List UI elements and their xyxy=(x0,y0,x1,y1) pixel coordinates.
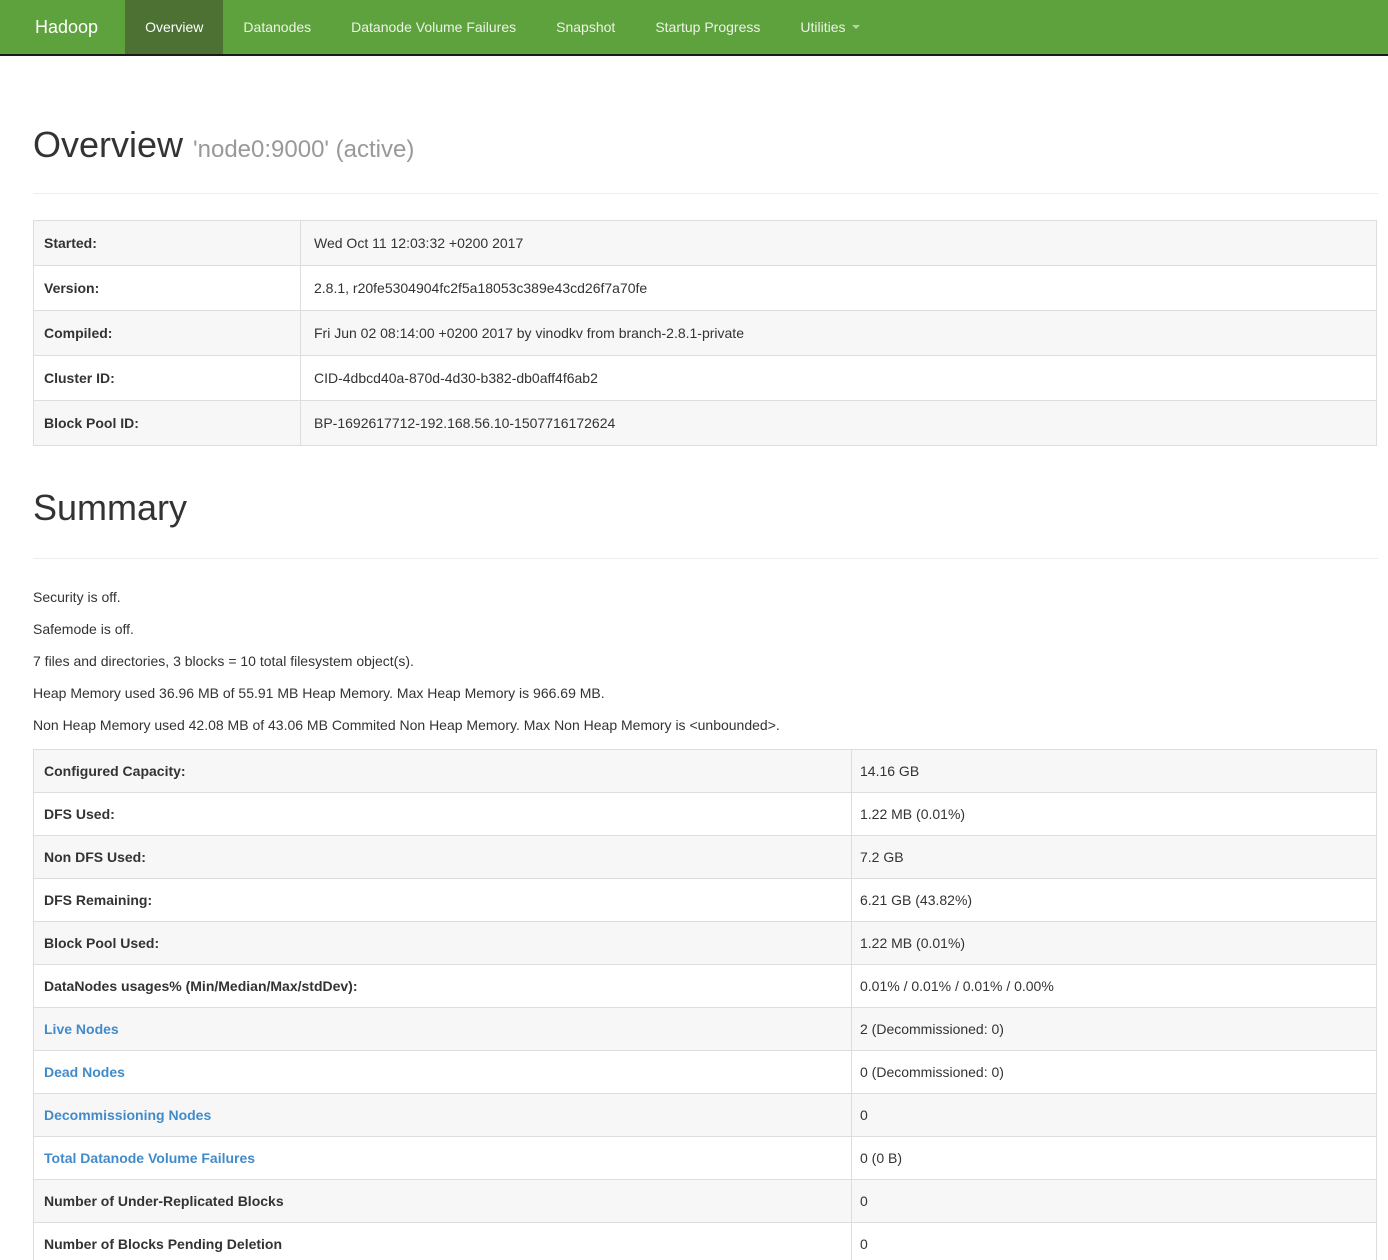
row-value: 7.2 GB xyxy=(852,836,1377,879)
nav-tab-utilities[interactable]: Utilities xyxy=(780,0,879,54)
hadoop-brand[interactable]: Hadoop xyxy=(0,0,125,54)
nav-tab-overview[interactable]: Overview xyxy=(125,0,223,54)
row-label: Non DFS Used: xyxy=(34,836,852,879)
chevron-down-icon xyxy=(852,25,860,29)
nav-tab-overview-label: Overview xyxy=(145,19,203,35)
overview-header: Overview 'node0:9000' (active) xyxy=(33,125,1378,194)
nav-tab-snapshot[interactable]: Snapshot xyxy=(536,0,635,54)
total-datanode-volume-failures-link[interactable]: Total Datanode Volume Failures xyxy=(44,1150,255,1166)
row-label: Block Pool ID: xyxy=(34,401,301,446)
row-value: 0 (0 B) xyxy=(852,1137,1377,1180)
row-value: 0.01% / 0.01% / 0.01% / 0.00% xyxy=(852,965,1377,1008)
nav-tab-utilities-label: Utilities xyxy=(800,19,845,35)
non-heap-memory-status: Non Heap Memory used 42.08 MB of 43.06 M… xyxy=(33,717,1378,733)
heap-memory-status: Heap Memory used 36.96 MB of 55.91 MB He… xyxy=(33,685,1378,701)
live-nodes-link[interactable]: Live Nodes xyxy=(44,1021,119,1037)
row-value: CID-4dbcd40a-870d-4d30-b382-db0aff4f6ab2 xyxy=(301,356,1377,401)
row-label: Cluster ID: xyxy=(34,356,301,401)
row-value: 2 (Decommissioned: 0) xyxy=(852,1008,1377,1051)
table-row: Configured Capacity: 14.16 GB xyxy=(34,750,1377,793)
row-value: 0 xyxy=(852,1223,1377,1260)
table-row: Block Pool ID: BP-1692617712-192.168.56.… xyxy=(34,401,1377,446)
row-value: 14.16 GB xyxy=(852,750,1377,793)
table-row: Dead Nodes 0 (Decommissioned: 0) xyxy=(34,1051,1377,1094)
row-value: Wed Oct 11 12:03:32 +0200 2017 xyxy=(301,221,1377,266)
row-label: Compiled: xyxy=(34,311,301,356)
row-label: Started: xyxy=(34,221,301,266)
row-value: 6.21 GB (43.82%) xyxy=(852,879,1377,922)
row-label: Configured Capacity: xyxy=(34,750,852,793)
overview-title: Overview xyxy=(33,124,183,165)
overview-info-table: Started: Wed Oct 11 12:03:32 +0200 2017 … xyxy=(33,220,1377,446)
table-row: Non DFS Used: 7.2 GB xyxy=(34,836,1377,879)
table-row: Compiled: Fri Jun 02 08:14:00 +0200 2017… xyxy=(34,311,1377,356)
row-value: 2.8.1, r20fe5304904fc2f5a18053c389e43cd2… xyxy=(301,266,1377,311)
row-label: DFS Remaining: xyxy=(34,879,852,922)
table-row: Decommissioning Nodes 0 xyxy=(34,1094,1377,1137)
nav-tab-datanodes[interactable]: Datanodes xyxy=(223,0,331,54)
filesystem-objects-status: 7 files and directories, 3 blocks = 10 t… xyxy=(33,653,1378,669)
row-value: Fri Jun 02 08:14:00 +0200 2017 by vinodk… xyxy=(301,311,1377,356)
summary-status-text: Security is off. Safemode is off. 7 file… xyxy=(33,589,1378,733)
row-value: BP-1692617712-192.168.56.10-150771617262… xyxy=(301,401,1377,446)
namenode-address-subtitle: 'node0:9000' (active) xyxy=(193,136,414,163)
row-label: Total Datanode Volume Failures xyxy=(34,1137,852,1180)
row-label: Number of Under-Replicated Blocks xyxy=(34,1180,852,1223)
table-row: Version: 2.8.1, r20fe5304904fc2f5a18053c… xyxy=(34,266,1377,311)
row-value: 0 xyxy=(852,1094,1377,1137)
row-label: DFS Used: xyxy=(34,793,852,836)
summary-title: Summary xyxy=(33,488,1378,528)
summary-header: Summary xyxy=(33,488,1378,559)
row-value: 0 xyxy=(852,1180,1377,1223)
table-row: Total Datanode Volume Failures 0 (0 B) xyxy=(34,1137,1377,1180)
navbar: Hadoop Overview Datanodes Datanode Volum… xyxy=(0,0,1388,56)
nav-tab-datanodes-label: Datanodes xyxy=(243,19,311,35)
nav-tab-snapshot-label: Snapshot xyxy=(556,19,615,35)
dead-nodes-link[interactable]: Dead Nodes xyxy=(44,1064,125,1080)
row-label: Decommissioning Nodes xyxy=(34,1094,852,1137)
summary-table: Configured Capacity: 14.16 GB DFS Used: … xyxy=(33,749,1377,1260)
table-row: Number of Under-Replicated Blocks 0 xyxy=(34,1180,1377,1223)
page-title: Overview 'node0:9000' (active) xyxy=(33,125,1378,165)
table-row: Block Pool Used: 1.22 MB (0.01%) xyxy=(34,922,1377,965)
row-label: Dead Nodes xyxy=(34,1051,852,1094)
nav-tab-startup-progress[interactable]: Startup Progress xyxy=(635,0,780,54)
table-row: DataNodes usages% (Min/Median/Max/stdDev… xyxy=(34,965,1377,1008)
table-row: Cluster ID: CID-4dbcd40a-870d-4d30-b382-… xyxy=(34,356,1377,401)
row-label: Version: xyxy=(34,266,301,311)
nav-tabs: Overview Datanodes Datanode Volume Failu… xyxy=(125,0,879,54)
decommissioning-nodes-link[interactable]: Decommissioning Nodes xyxy=(44,1107,211,1123)
table-row: DFS Used: 1.22 MB (0.01%) xyxy=(34,793,1377,836)
table-row: Started: Wed Oct 11 12:03:32 +0200 2017 xyxy=(34,221,1377,266)
table-row: Number of Blocks Pending Deletion 0 xyxy=(34,1223,1377,1260)
row-label: Number of Blocks Pending Deletion xyxy=(34,1223,852,1260)
nav-tab-datanode-volume-failures-label: Datanode Volume Failures xyxy=(351,19,516,35)
nav-tab-datanode-volume-failures[interactable]: Datanode Volume Failures xyxy=(331,0,536,54)
safemode-status: Safemode is off. xyxy=(33,621,1378,637)
nav-tab-startup-progress-label: Startup Progress xyxy=(655,19,760,35)
row-value: 1.22 MB (0.01%) xyxy=(852,793,1377,836)
main-content: Overview 'node0:9000' (active) Started: … xyxy=(0,125,1388,1260)
security-status: Security is off. xyxy=(33,589,1378,605)
row-value: 1.22 MB (0.01%) xyxy=(852,922,1377,965)
row-label: DataNodes usages% (Min/Median/Max/stdDev… xyxy=(34,965,852,1008)
row-label: Live Nodes xyxy=(34,1008,852,1051)
row-value: 0 (Decommissioned: 0) xyxy=(852,1051,1377,1094)
table-row: Live Nodes 2 (Decommissioned: 0) xyxy=(34,1008,1377,1051)
row-label: Block Pool Used: xyxy=(34,922,852,965)
table-row: DFS Remaining: 6.21 GB (43.82%) xyxy=(34,879,1377,922)
